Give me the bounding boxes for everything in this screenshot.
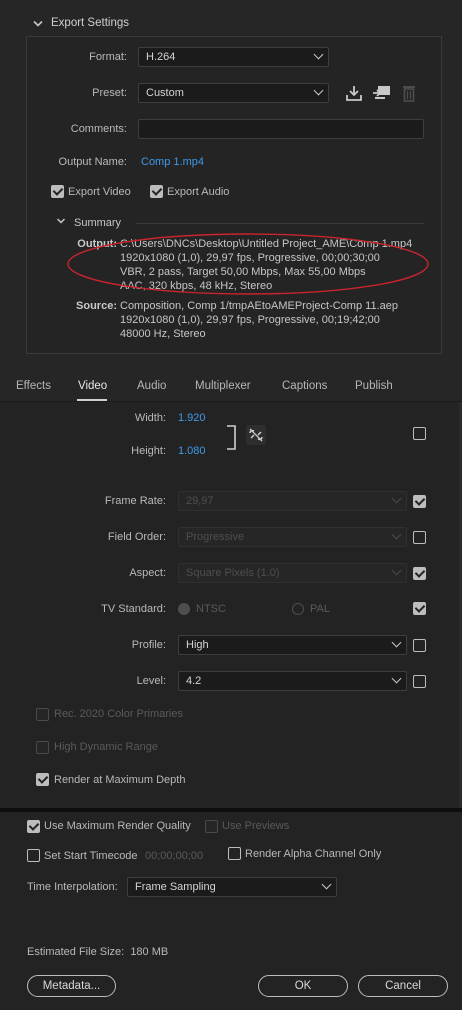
comments-input[interactable] — [138, 119, 424, 139]
active-tab-indicator — [77, 399, 107, 401]
level-checkbox[interactable] — [413, 675, 426, 688]
pal-label: PAL — [310, 603, 330, 615]
rec2020-checkbox[interactable] — [36, 708, 49, 721]
field-order-value: Progressive — [186, 531, 245, 543]
chevron-down-icon — [391, 493, 402, 504]
output-name-label: Output Name: — [58, 156, 127, 168]
summary-chevron-icon[interactable] — [56, 216, 66, 226]
format-dropdown[interactable]: H.264 — [138, 47, 329, 67]
save-preset-icon[interactable] — [345, 84, 363, 102]
chevron-down-icon — [321, 879, 332, 890]
time-interpolation-dropdown[interactable]: Frame Sampling — [127, 877, 337, 897]
dimensions-override-checkbox[interactable] — [413, 427, 426, 440]
profile-checkbox[interactable] — [413, 639, 426, 652]
field-order-dropdown[interactable]: Progressive — [178, 527, 407, 547]
preset-dropdown[interactable]: Custom — [138, 83, 329, 103]
chevron-down-icon — [391, 565, 402, 576]
hdr-checkbox[interactable] — [36, 741, 49, 754]
import-preset-icon[interactable] — [372, 84, 392, 102]
export-video-checkbox[interactable] — [51, 185, 64, 198]
ntsc-label: NTSC — [196, 603, 226, 615]
profile-label: Profile: — [131, 639, 166, 651]
chevron-down-icon — [391, 637, 402, 648]
comments-label: Comments: — [70, 123, 127, 135]
frame-rate-checkbox[interactable] — [413, 495, 426, 508]
level-dropdown[interactable]: 4.2 — [178, 671, 407, 691]
preset-value: Custom — [146, 87, 184, 99]
export-audio-label: Export Audio — [167, 186, 230, 198]
source-summary-head: Source: — [76, 300, 117, 312]
estimated-file-size: Estimated File Size: 180 MB — [27, 946, 169, 958]
frame-rate-value: 29,97 — [186, 495, 214, 507]
chevron-down-icon — [313, 49, 324, 60]
width-value[interactable]: 1.920 — [178, 412, 206, 424]
aspect-checkbox[interactable] — [413, 567, 426, 580]
output-name-link[interactable]: Comp 1.mp4 — [141, 156, 204, 168]
set-start-timecode-checkbox[interactable] — [27, 849, 40, 862]
level-label: Level: — [136, 675, 166, 687]
source-line-2: 1920x1080 (1,0), 29,97 fps, Progressive,… — [120, 314, 380, 326]
format-label: Format: — [89, 51, 127, 63]
collapse-chevron-icon[interactable] — [32, 18, 44, 30]
preset-label: Preset: — [92, 87, 127, 99]
export-settings-header: Export Settings — [51, 17, 129, 29]
tab-multiplexer[interactable]: Multiplexer — [195, 380, 251, 392]
level-value: 4.2 — [186, 675, 202, 687]
hdr-label: High Dynamic Range — [54, 741, 158, 753]
cancel-button[interactable]: Cancel — [358, 975, 448, 997]
profile-dropdown[interactable]: High — [178, 635, 407, 655]
tv-standard-checkbox[interactable] — [413, 602, 426, 615]
export-settings-panel: Export Settings Format: H.264 Preset: Cu… — [0, 0, 462, 372]
use-max-render-quality-label: Use Maximum Render Quality — [44, 820, 191, 832]
tab-captions[interactable]: Captions — [282, 380, 327, 392]
time-interpolation-label: Time Interpolation: — [27, 881, 118, 893]
width-label: Width: — [134, 412, 166, 424]
render-max-depth-label: Render at Maximum Depth — [54, 774, 186, 786]
start-timecode-value[interactable]: 00;00;00;00 — [145, 850, 203, 862]
tabs-bar: Effects Video Audio Multiplexer Captions… — [0, 372, 462, 402]
field-order-checkbox[interactable] — [413, 531, 426, 544]
aspect-value: Square Pixels (1.0) — [186, 567, 280, 579]
source-line-3: 48000 Hz, Stereo — [120, 328, 206, 340]
frame-rate-dropdown[interactable]: 29,97 — [178, 491, 407, 511]
set-start-timecode-label: Set Start Timecode — [44, 850, 138, 862]
unlink-dimensions-icon[interactable] — [246, 425, 266, 445]
export-video-label: Export Video — [68, 186, 131, 198]
pal-radio[interactable] — [292, 603, 304, 615]
summary-label: Summary — [74, 217, 122, 229]
ntsc-radio[interactable] — [178, 603, 190, 615]
delete-preset-icon[interactable] — [402, 84, 416, 102]
tab-audio[interactable]: Audio — [137, 380, 166, 392]
use-previews-checkbox[interactable] — [205, 820, 218, 833]
dimension-link-bracket — [226, 425, 238, 450]
format-value: H.264 — [146, 51, 176, 63]
tv-standard-label: TV Standard: — [101, 603, 166, 615]
tab-video[interactable]: Video — [78, 380, 107, 392]
time-interpolation-value: Frame Sampling — [135, 881, 216, 893]
render-alpha-checkbox[interactable] — [228, 847, 241, 860]
use-max-render-quality-checkbox[interactable] — [27, 820, 40, 833]
chevron-down-icon — [391, 673, 402, 684]
aspect-dropdown[interactable]: Square Pixels (1.0) — [178, 563, 407, 583]
use-previews-label: Use Previews — [222, 820, 290, 832]
chevron-down-icon — [313, 85, 324, 96]
source-line-1: Composition, Comp 1/tmpAEtoAMEProject-Co… — [120, 300, 398, 312]
rec2020-label: Rec. 2020 Color Primaries — [54, 708, 183, 720]
profile-value: High — [186, 639, 209, 651]
height-label: Height: — [131, 445, 166, 457]
tab-effects[interactable]: Effects — [16, 380, 51, 392]
export-audio-checkbox[interactable] — [150, 185, 163, 198]
tab-publish[interactable]: Publish — [355, 380, 393, 392]
render-max-depth-checkbox[interactable] — [36, 773, 49, 786]
chevron-down-icon — [391, 529, 402, 540]
highlight-ellipse — [66, 232, 430, 296]
summary-divider — [136, 223, 424, 224]
metadata-button[interactable]: Metadata... — [27, 975, 116, 997]
render-alpha-label: Render Alpha Channel Only — [245, 848, 382, 860]
aspect-label: Aspect: — [129, 567, 166, 579]
frame-rate-label: Frame Rate: — [104, 495, 166, 507]
ok-button[interactable]: OK — [258, 975, 348, 997]
field-order-label: Field Order: — [107, 531, 166, 543]
height-value[interactable]: 1.080 — [178, 445, 206, 457]
